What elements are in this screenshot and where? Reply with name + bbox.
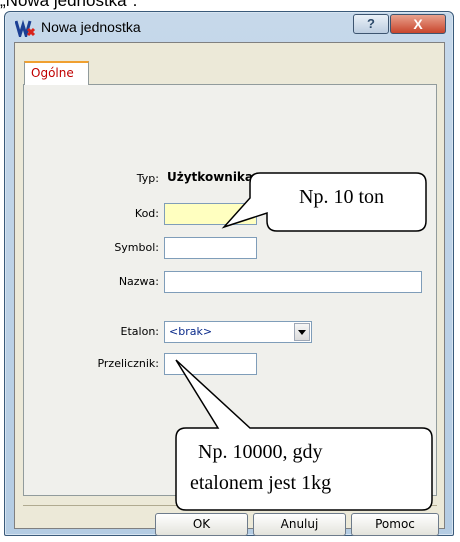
przelicznik-callout-line2: etalonem jest 1kg [190,472,332,494]
tab-ogolne[interactable]: Ogólne [24,61,89,85]
symbol-callout-text: Np. 10 ton [299,186,384,208]
przelicznik-callout-line1: Np. 10000, gdy [198,441,323,463]
